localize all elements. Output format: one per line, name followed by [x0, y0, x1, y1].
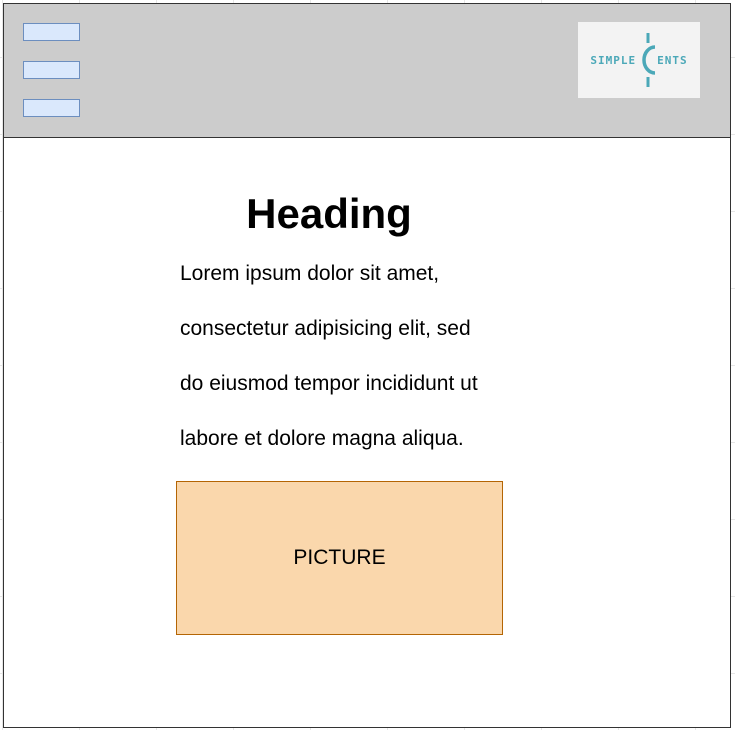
paragraph-line: consectetur adipisicing elit, sed	[180, 317, 471, 340]
paragraph-line: do eiusmod tempor incididunt ut	[180, 372, 478, 395]
simple-cents-logo[interactable]: SIMPLE ENTS	[578, 22, 700, 98]
hamburger-menu-bar-2[interactable]	[23, 61, 80, 79]
hamburger-menu-bar-1[interactable]	[23, 23, 80, 41]
paragraph-line: Lorem ipsum dolor sit amet,	[180, 262, 440, 285]
picture-placeholder: PICTURE	[176, 481, 503, 635]
logo-text-right: ENTS	[657, 53, 688, 67]
page-frame: SIMPLE ENTS Heading Lorem ipsum dolor si…	[3, 3, 731, 728]
page-heading: Heading	[246, 190, 412, 237]
logo-text-left: SIMPLE	[590, 53, 637, 67]
logo-wordmark: SIMPLE ENTS	[590, 31, 687, 89]
picture-label: PICTURE	[293, 546, 386, 569]
hamburger-menu-bar-3[interactable]	[23, 99, 80, 117]
body-paragraph: Lorem ipsum dolor sit amet, consectetur …	[180, 246, 520, 466]
header: SIMPLE ENTS	[4, 4, 730, 138]
paragraph-line: labore et dolore magna aliqua.	[180, 427, 464, 450]
